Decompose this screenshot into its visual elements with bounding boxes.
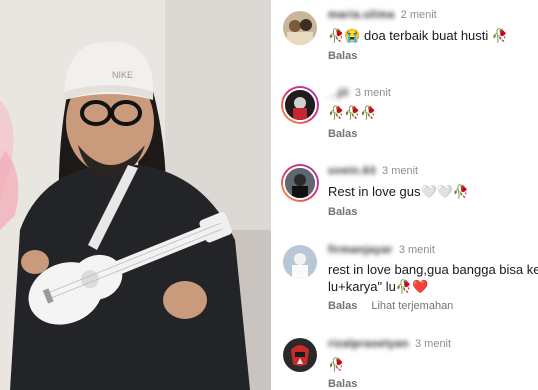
comment-actions: Balas [328, 378, 357, 390]
comment-time: 3 menit [398, 244, 435, 256]
photo-illustration: NIKE [0, 0, 271, 390]
comment-time: 3 menit [354, 87, 391, 99]
comment-time: 2 menit [400, 9, 437, 21]
commenter-avatar[interactable] [283, 245, 317, 279]
comment-username[interactable]: rizalprasetyan [328, 338, 409, 350]
see-translation-link[interactable]: Lihat terjemahan [371, 300, 453, 312]
commenter-avatar[interactable] [283, 338, 317, 372]
commenter-avatar[interactable] [281, 164, 319, 202]
comment-text-line-2: lu+karya" lu🥀❤️ [328, 279, 429, 294]
comment-actions: Balas Lihat terjemahan [328, 300, 453, 312]
comment-time: 3 menit [382, 165, 419, 177]
avatar-image [283, 338, 317, 372]
commenter-avatar[interactable] [283, 11, 317, 45]
comment-actions: Balas [328, 206, 357, 218]
avatar-image [285, 168, 315, 198]
commenter-avatar[interactable] [281, 86, 319, 124]
comment-text: 🥀 [328, 357, 345, 372]
comment-username[interactable]: uvein.63 [328, 165, 376, 177]
avatar-image [283, 245, 317, 279]
post-photo: NIKE [0, 0, 271, 390]
avatar-image [285, 90, 315, 120]
comment-text: 🥀🥀🥀 [328, 105, 377, 120]
reply-button[interactable]: Balas [328, 206, 357, 218]
comments-panel: maria.ulima 2 menit 🥀😭 doa terbaik buat h… [271, 0, 538, 390]
comment-meta: rizalprasetyan 3 menit [328, 338, 451, 350]
reply-button[interactable]: Balas [328, 50, 357, 62]
comment-meta: maria.ulima 2 menit [328, 9, 437, 21]
reply-button[interactable]: Balas [328, 128, 357, 140]
comment-username[interactable]: _.jii [328, 87, 349, 99]
comment-meta: firmanjayar 3 menit [328, 244, 435, 256]
comment-actions: Balas [328, 128, 357, 140]
comment-time: 3 menit [414, 338, 452, 350]
comment-meta: _.jii 3 menit [328, 87, 391, 99]
comment-text-line-1: rest in love bang,gua bangga bisa ke [328, 262, 538, 277]
comment-text: 🥀😭 doa terbaik buat husti 🥀 [328, 28, 509, 43]
comment-actions: Balas [328, 50, 357, 62]
comment-meta: uvein.63 3 menit [328, 165, 418, 177]
comment-text: Rest in love gus🤍🤍🥀 [328, 184, 470, 199]
comment-username[interactable]: firmanjayar [328, 244, 393, 256]
reply-button[interactable]: Balas [328, 300, 357, 312]
avatar-image [283, 11, 317, 45]
beanie-logo: NIKE [112, 70, 133, 80]
comment-username[interactable]: maria.ulima [328, 9, 395, 21]
reply-button[interactable]: Balas [328, 378, 357, 390]
